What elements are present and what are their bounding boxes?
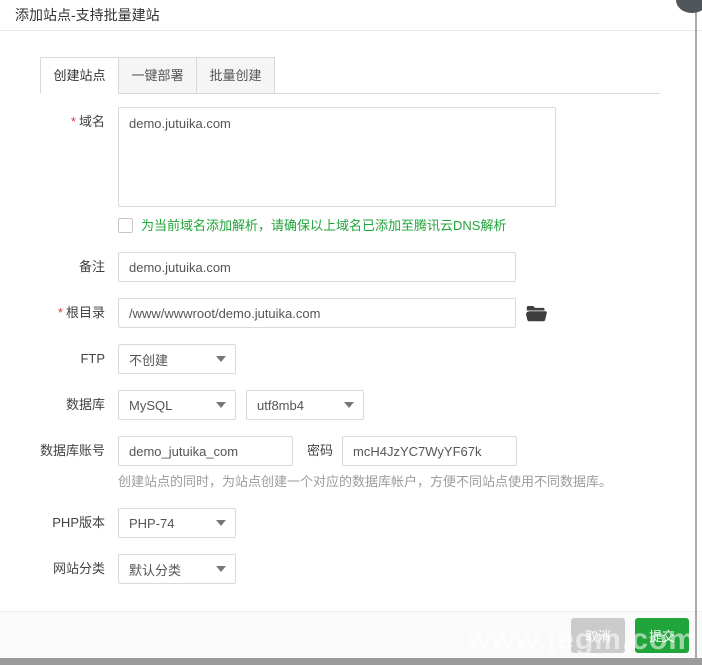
database-charset-select[interactable]: utf8mb4 [246, 390, 364, 420]
database-row: 数据库 MySQL utf8mb4 [0, 390, 702, 420]
php-version-row: PHP版本 PHP-74 [0, 508, 702, 538]
note-input[interactable] [118, 252, 516, 282]
db-hint-row: 创建站点的同时，为站点创建一个对应的数据库帐户，方便不同站点使用不同数据库。 [0, 473, 702, 491]
window-bottom-edge [0, 658, 702, 665]
db-username-input[interactable] [118, 436, 293, 466]
php-version-value: PHP-74 [129, 516, 175, 531]
dns-option-row: 为当前域名添加解析，请确保以上域名已添加至腾讯云DNS解析 [0, 217, 702, 234]
ftp-selected-value: 不创建 [129, 350, 168, 369]
required-mark: * [71, 114, 76, 129]
php-version-select[interactable]: PHP-74 [118, 508, 236, 538]
tab-create-site[interactable]: 创建站点 [40, 57, 119, 94]
db-password-input[interactable] [342, 436, 517, 466]
site-category-value: 默认分类 [129, 560, 181, 579]
cancel-button[interactable]: 取消 [571, 618, 625, 653]
db-password-label: 密码 [307, 436, 333, 466]
root-dir-row: *根目录 [0, 298, 702, 328]
root-dir-input[interactable] [118, 298, 516, 328]
domain-label: *域名 [0, 107, 118, 207]
site-category-row: 网站分类 默认分类 [0, 554, 702, 584]
database-engine-value: MySQL [129, 398, 172, 413]
ftp-label: FTP [0, 344, 118, 374]
dialog-footer: 取消 提交 [0, 611, 702, 658]
dns-resolve-checkbox[interactable] [118, 218, 133, 233]
domain-row: *域名 demo.jutuika.com [0, 107, 702, 207]
chevron-down-icon [216, 520, 226, 526]
chevron-down-icon [216, 402, 226, 408]
db-account-row: 数据库账号 密码 [0, 436, 702, 466]
note-label: 备注 [0, 252, 118, 282]
php-version-label: PHP版本 [0, 508, 118, 538]
tab-batch-create[interactable]: 批量创建 [196, 57, 275, 94]
tab-one-click-deploy[interactable]: 一键部署 [118, 57, 197, 94]
db-hint-text: 创建站点的同时，为站点创建一个对应的数据库帐户，方便不同站点使用不同数据库。 [118, 473, 612, 491]
database-engine-select[interactable]: MySQL [118, 390, 236, 420]
note-row: 备注 [0, 252, 702, 282]
database-label: 数据库 [0, 390, 118, 420]
tab-strip: 创建站点 一键部署 批量创建 [40, 57, 660, 94]
ftp-select[interactable]: 不创建 [118, 344, 236, 374]
site-category-label: 网站分类 [0, 554, 118, 584]
domain-textarea[interactable]: demo.jutuika.com [118, 107, 556, 207]
chevron-down-icon [344, 402, 354, 408]
chevron-down-icon [216, 566, 226, 572]
submit-button[interactable]: 提交 [635, 618, 689, 653]
root-dir-label: *根目录 [0, 298, 118, 328]
browse-folder-button[interactable] [526, 305, 547, 322]
required-mark: * [58, 305, 63, 320]
dns-resolve-label: 为当前域名添加解析，请确保以上域名已添加至腾讯云DNS解析 [141, 217, 506, 234]
create-site-form: *域名 demo.jutuika.com 为当前域名添加解析，请确保以上域名已添… [0, 94, 702, 584]
folder-open-icon [526, 305, 547, 322]
ftp-row: FTP 不创建 [0, 344, 702, 374]
site-category-select[interactable]: 默认分类 [118, 554, 236, 584]
dialog-title: 添加站点-支持批量建站 [0, 0, 702, 31]
chevron-down-icon [216, 356, 226, 362]
database-charset-value: utf8mb4 [257, 398, 304, 413]
window-right-edge [695, 10, 697, 658]
db-account-label: 数据库账号 [0, 436, 118, 466]
